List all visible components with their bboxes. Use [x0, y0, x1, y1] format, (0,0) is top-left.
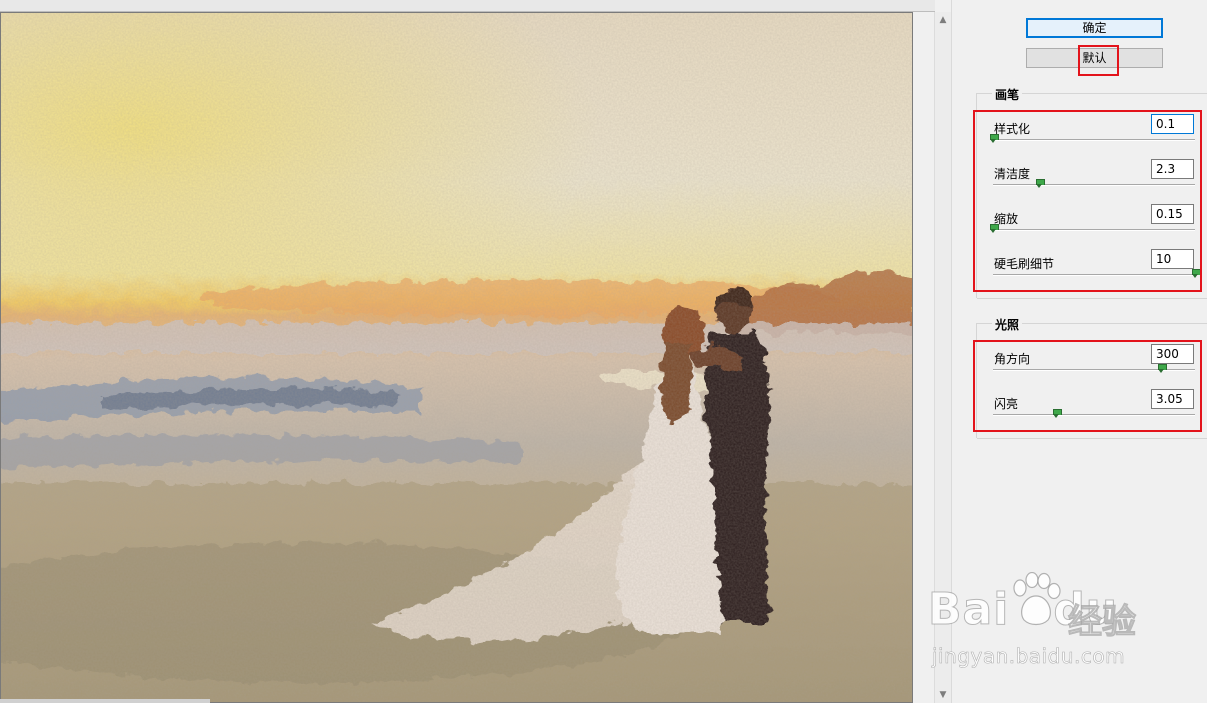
slider-track[interactable]	[993, 274, 1195, 276]
slider-label: 清洁度	[994, 167, 1031, 181]
default-button[interactable]: 默认	[1026, 48, 1163, 68]
scroll-down-arrow-icon[interactable]: ▼	[935, 687, 951, 703]
slider-label: 样式化	[994, 122, 1031, 136]
preview-image	[1, 13, 912, 702]
slider-row-bristle-detail: 硬毛刷细节 10	[982, 249, 1201, 300]
slider-label: 硬毛刷细节	[994, 257, 1055, 271]
slider-thumb-icon[interactable]	[1192, 269, 1201, 279]
slider-label: 角方向	[994, 352, 1031, 366]
brush-group-title: 画笔	[992, 86, 1023, 103]
lighting-group-title: 光照	[992, 316, 1023, 333]
slider-track[interactable]	[993, 139, 1195, 141]
slider-value-input[interactable]: 10	[1151, 249, 1194, 269]
slider-track[interactable]	[993, 414, 1195, 416]
slider-track[interactable]	[993, 229, 1195, 231]
preview-bottom-tab	[0, 699, 210, 703]
ok-button[interactable]: 确定	[1026, 18, 1163, 38]
slider-thumb-icon[interactable]	[1157, 364, 1167, 374]
slider-value-input[interactable]: 300	[1151, 344, 1194, 364]
slider-label: 闪亮	[994, 397, 1019, 411]
slider-thumb-icon[interactable]	[1036, 179, 1046, 189]
settings-panel: 确定 默认 画笔 样式化 0.1 清洁度 2.3 缩放 0.15 硬毛刷细节 1…	[951, 0, 1207, 703]
slider-thumb-icon[interactable]	[1052, 409, 1062, 419]
slider-value-input[interactable]: 2.3	[1151, 159, 1194, 179]
slider-value-input[interactable]: 3.05	[1151, 389, 1194, 409]
preview-top-strip	[0, 0, 935, 12]
brush-group-side	[976, 93, 977, 298]
oil-paint-preview[interactable]	[0, 12, 913, 703]
slider-value-input[interactable]: 0.15	[1151, 204, 1194, 224]
slider-value-input[interactable]: 0.1	[1151, 114, 1194, 134]
lighting-group-side	[976, 323, 977, 438]
slider-thumb-icon[interactable]	[990, 224, 999, 234]
slider-track[interactable]	[993, 184, 1195, 186]
preview-scrollbar[interactable]: ▲ ▼	[934, 12, 951, 703]
slider-row-shine: 闪亮 3.05	[982, 389, 1198, 440]
scroll-up-arrow-icon[interactable]: ▲	[935, 12, 951, 28]
slider-thumb-icon[interactable]	[990, 134, 999, 144]
